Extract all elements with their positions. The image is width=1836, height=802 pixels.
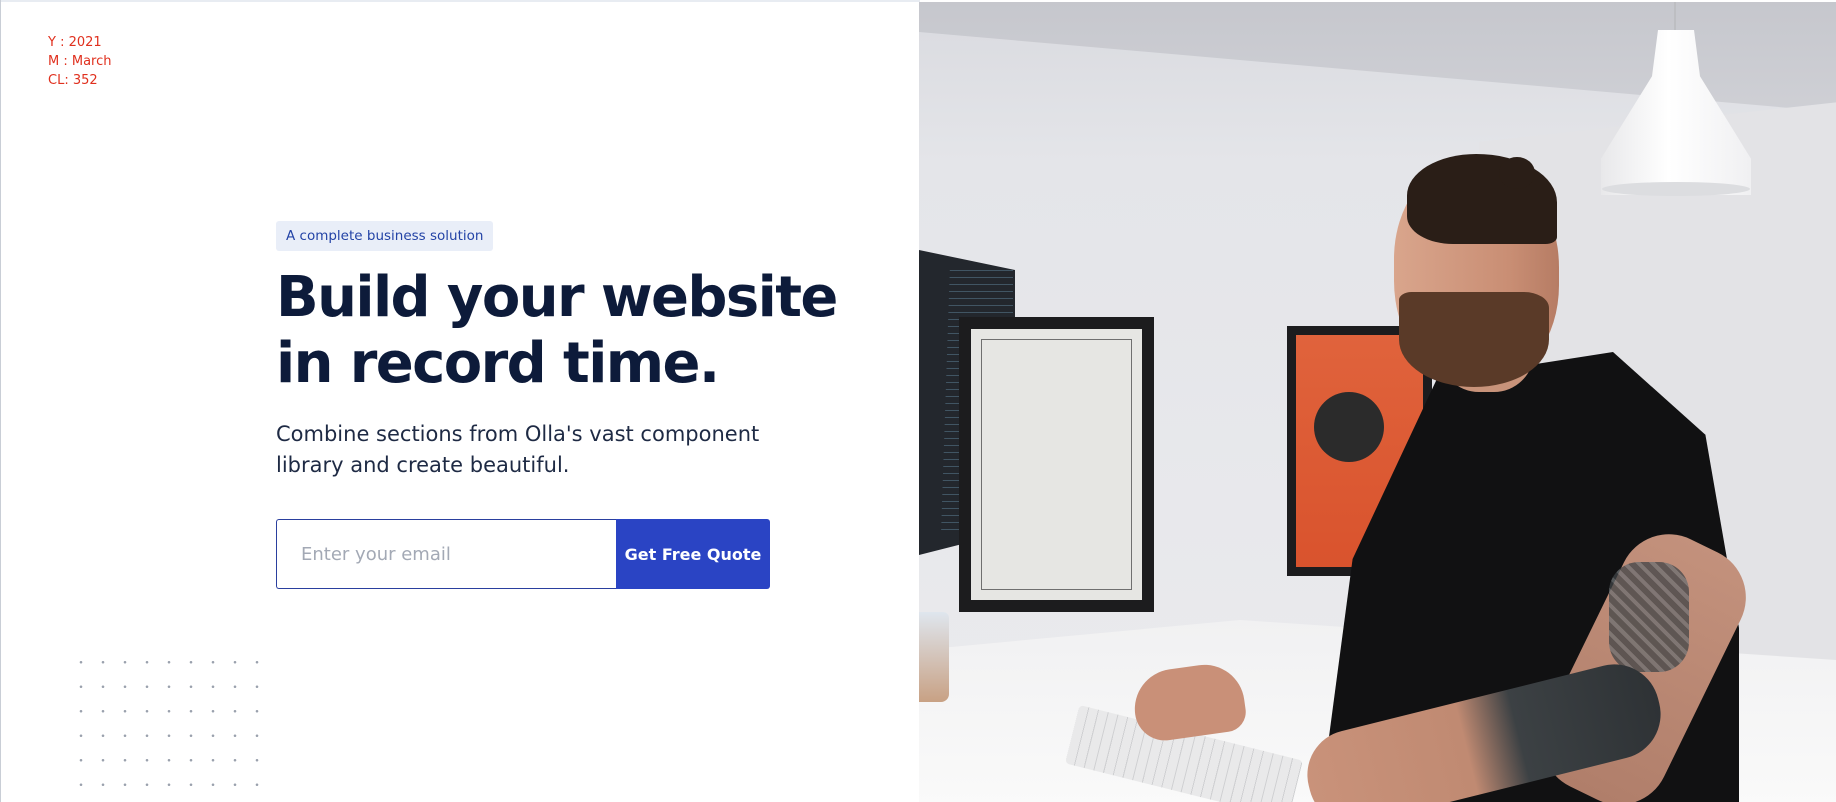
email-input[interactable]: [276, 519, 616, 589]
top-divider: [0, 0, 920, 2]
meta-cl: CL: 352: [48, 73, 98, 88]
hero-photo: [919, 2, 1836, 802]
arm-tattoo: [1609, 562, 1689, 672]
person-beard: [1399, 292, 1549, 387]
left-border: [0, 0, 1, 802]
hero-badge: A complete business solution: [276, 221, 494, 251]
dot-grid-decoration: [70, 650, 260, 800]
poster-right-graphic: [1314, 392, 1384, 462]
pendant-lamp-rim: [1602, 182, 1750, 196]
meta-year: Y : 2021: [48, 35, 102, 50]
hero-section: A complete business solution Build your …: [276, 221, 876, 589]
landing-page: Y : 2021 M : March CL: 352 A complete bu…: [0, 0, 1836, 802]
mug: [919, 612, 949, 702]
meta-annotation: Y : 2021 M : March CL: 352: [48, 33, 112, 90]
meta-month: M : March: [48, 54, 112, 69]
lamp-cord: [1674, 2, 1676, 32]
poster-left-art: [981, 339, 1132, 590]
get-free-quote-button[interactable]: Get Free Quote: [616, 519, 770, 589]
person-hair-bun: [1499, 157, 1535, 189]
email-signup-form: Get Free Quote: [276, 519, 770, 589]
hero-subtitle: Combine sections from Olla's vast compon…: [276, 422, 760, 477]
hero-title: Build your website in record time.: [276, 265, 838, 396]
